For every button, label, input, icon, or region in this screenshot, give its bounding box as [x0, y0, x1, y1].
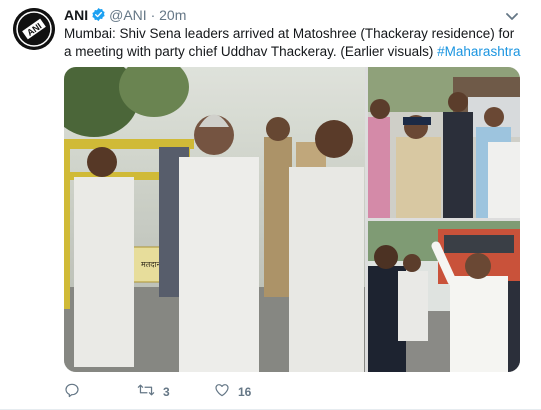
like-button[interactable]: 16 [214, 382, 251, 401]
hashtag-link[interactable]: #Maharashtra [437, 44, 520, 59]
reply-icon [64, 382, 80, 401]
like-icon [214, 382, 230, 401]
tweet-text: Mumbai: Shiv Sena leaders arrived at Mat… [64, 25, 524, 61]
tweet-card[interactable]: ANI ANI @ANI · 20m Mumbai: Shiv Sena lead… [0, 0, 541, 410]
avatar[interactable]: ANI [13, 8, 55, 50]
verified-badge-icon [91, 7, 106, 26]
photo-main[interactable]: मतदान [64, 67, 365, 372]
photo-bottom-right[interactable] [368, 221, 520, 372]
media-grid: मतदान [64, 67, 520, 372]
tweet-time[interactable]: 20m [159, 7, 186, 23]
tweet-header: ANI @ANI · 20m [64, 6, 186, 26]
retweet-button[interactable]: 3 [137, 382, 170, 401]
retweet-icon [137, 382, 155, 401]
reply-button[interactable] [64, 382, 88, 401]
author-handle[interactable]: @ANI [109, 7, 147, 23]
photo-top-right[interactable] [368, 67, 520, 218]
caret-down-icon[interactable] [505, 9, 519, 20]
like-count: 16 [238, 384, 252, 399]
retweet-count: 3 [163, 384, 170, 399]
tweet-actions: 3 16 [64, 382, 364, 402]
header-separator: · [150, 7, 156, 23]
author-name[interactable]: ANI [64, 7, 88, 23]
